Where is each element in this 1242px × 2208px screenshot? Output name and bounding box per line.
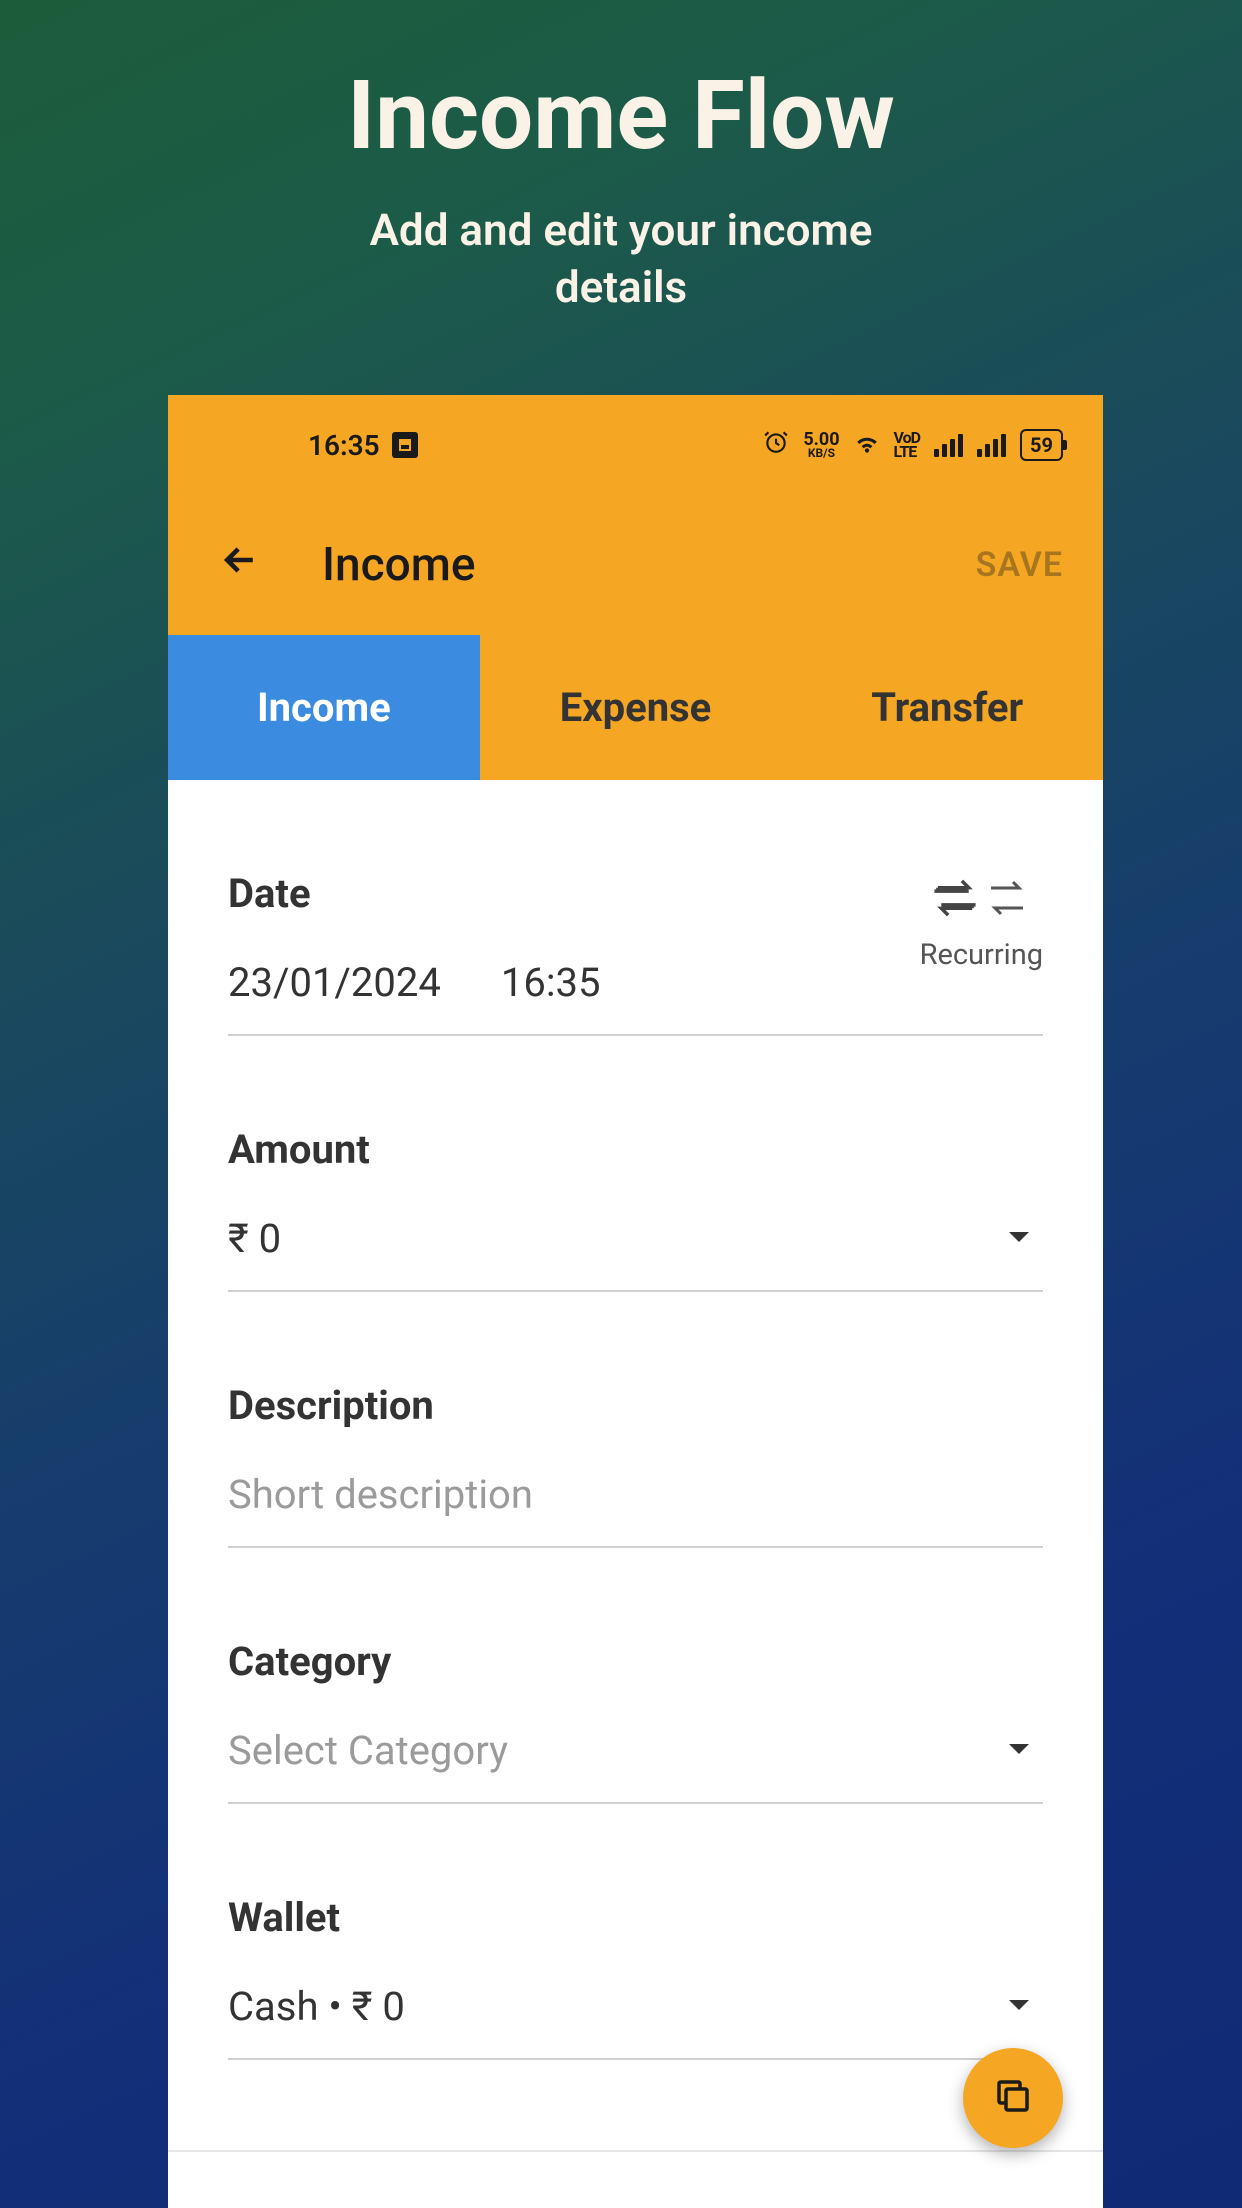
recurring-button[interactable]: Recurring (920, 876, 1043, 972)
signal-icon-1 (934, 434, 963, 457)
phone-frame: 16:35 5.00 KB/S VoD LTE 59 (168, 395, 1103, 2208)
category-label: Category (228, 1638, 1043, 1685)
form-container: Date 23/01/2024 16:35 Recurring Amount ₹… (168, 780, 1103, 2208)
amount-value: ₹ 0 (228, 1215, 1043, 1262)
kbps-unit: KB/S (808, 448, 835, 459)
promo-subtitle: Add and edit your income details (0, 202, 1242, 316)
copy-icon (992, 2075, 1034, 2121)
save-button[interactable]: SAVE (976, 545, 1063, 585)
status-vodlte: VoD LTE (894, 431, 921, 460)
category-placeholder: Select Category (228, 1727, 1043, 1774)
status-kbps: 5.00 KB/S (803, 432, 839, 459)
description-label: Description (228, 1382, 1043, 1429)
alarm-icon (763, 429, 789, 462)
status-left: 16:35 (308, 429, 418, 462)
battery-indicator: 59 (1020, 429, 1063, 461)
date-field: Date 23/01/2024 16:35 Recurring (228, 870, 1043, 1036)
category-field[interactable]: Category Select Category (228, 1638, 1043, 1804)
lte-text: LTE (894, 445, 921, 459)
promo-subtitle-line1: Add and edit your income (370, 204, 873, 256)
promo-title: Income Flow (0, 0, 1242, 172)
amount-field[interactable]: Amount ₹ 0 (228, 1126, 1043, 1292)
wifi-icon (854, 429, 880, 462)
tab-expense[interactable]: Expense (480, 635, 792, 780)
description-field[interactable]: Description Short description (228, 1382, 1043, 1548)
back-button[interactable] (218, 537, 262, 594)
date-input[interactable]: 23/01/2024 (228, 959, 441, 1006)
promo-subtitle-line2: details (555, 261, 687, 313)
copy-fab[interactable] (963, 2048, 1063, 2148)
wallet-label: Wallet (228, 1894, 1043, 1941)
chevron-down-icon (1007, 1997, 1031, 2016)
wallet-value: Cash • ₹ 0 (228, 1983, 1043, 2030)
recurring-label: Recurring (920, 938, 1043, 972)
tab-income[interactable]: Income (168, 635, 480, 780)
chevron-down-icon (1007, 1229, 1031, 1248)
chevron-down-icon (1007, 1741, 1031, 1760)
amount-label: Amount (228, 1126, 1043, 1173)
app-bar: Income SAVE (168, 495, 1103, 635)
section-divider (168, 2150, 1103, 2152)
description-placeholder: Short description (228, 1471, 1043, 1518)
time-input[interactable]: 16:35 (501, 959, 601, 1006)
tab-bar: Income Expense Transfer (168, 635, 1103, 780)
tab-transfer[interactable]: Transfer (791, 635, 1103, 780)
page-title: Income (322, 538, 916, 592)
recurring-icon (931, 876, 1031, 924)
signal-icon-2 (977, 434, 1006, 457)
status-bar: 16:35 5.00 KB/S VoD LTE 59 (168, 395, 1103, 495)
wallet-field[interactable]: Wallet Cash • ₹ 0 (228, 1894, 1043, 2060)
status-right: 5.00 KB/S VoD LTE 59 (763, 429, 1063, 462)
status-time: 16:35 (308, 429, 380, 462)
status-app-icon (392, 432, 418, 458)
